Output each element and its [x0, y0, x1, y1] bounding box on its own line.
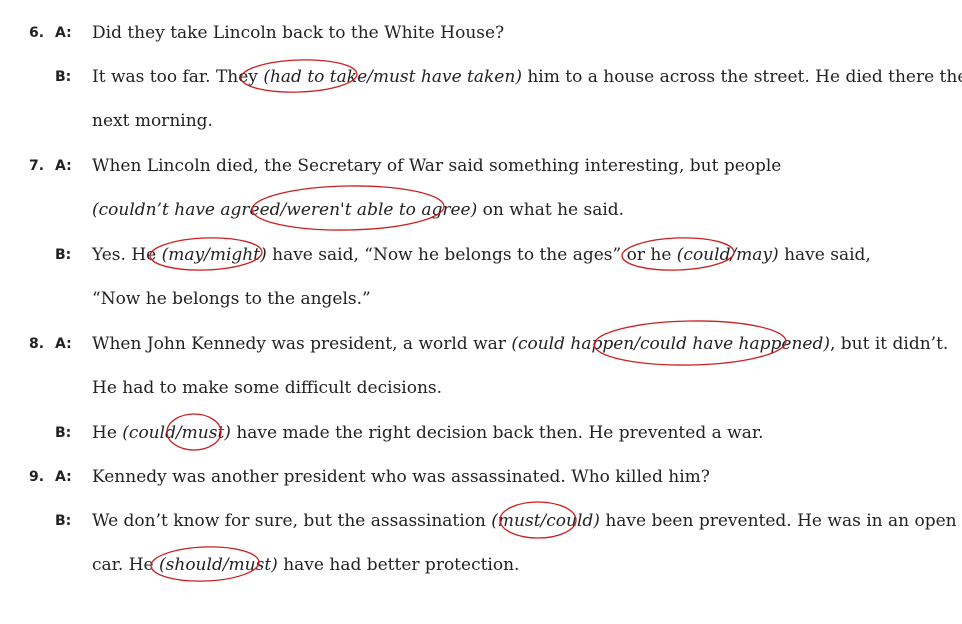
dialogue-line: (couldn’t have agreed/weren't able to ag… — [92, 199, 624, 221]
speaker-label: A: — [55, 469, 72, 485]
speaker-label: B: — [55, 69, 72, 85]
speaker-label: B: — [55, 425, 72, 441]
dialogue-line: He (could/must) have made the right deci… — [92, 422, 764, 444]
text: , but it didn’t. — [829, 334, 949, 354]
dialogue-line: We don’t know for sure, but the assassin… — [92, 510, 957, 532]
text: When Lincoln died, the Secretary of War … — [92, 156, 782, 176]
text: on what he said. — [477, 200, 625, 220]
text: have been prevented. He was in an open — [599, 511, 957, 531]
item-number: 7. — [29, 158, 45, 174]
text: car. He — [92, 555, 160, 575]
speaker-label: B: — [55, 247, 72, 263]
dialogue-line: It was too far. They (had to take/must h… — [92, 66, 962, 88]
text: have said, “Now he belongs to the ages” … — [266, 245, 677, 265]
dialogue-line: next morning. — [92, 110, 213, 132]
dialogue-line: car. He (should/must) have had better pr… — [92, 554, 519, 576]
choice[interactable]: (couldn’t have agreed/weren't able to ag… — [92, 200, 477, 220]
choice[interactable]: (must/could) — [491, 511, 600, 531]
text: When John Kennedy was president, a world… — [92, 334, 512, 354]
text: have had better protection. — [277, 555, 520, 575]
text: Yes. He — [92, 245, 162, 265]
speaker-label: B: — [55, 513, 72, 529]
text: Kennedy was another president who was as… — [92, 467, 710, 487]
choice[interactable]: (could happen/could have happened) — [511, 334, 830, 354]
text: have made the right decision back then. … — [230, 423, 764, 443]
speaker-label: A: — [55, 336, 72, 352]
speaker-label: A: — [55, 25, 72, 41]
text: He — [92, 423, 123, 443]
choice[interactable]: (had to take/must have taken) — [263, 67, 522, 87]
text: “Now he belongs to the angels.” — [92, 289, 371, 309]
text: He had to make some difficult decisions. — [92, 378, 443, 398]
text: We don’t know for sure, but the assassin… — [92, 511, 492, 531]
speaker-label: A: — [55, 158, 72, 174]
text: have said, — [778, 245, 871, 265]
item-number: 6. — [29, 25, 45, 41]
dialogue-line: Did they take Lincoln back to the White … — [92, 22, 504, 44]
dialogue-line: “Now he belongs to the angels.” — [92, 288, 371, 310]
dialogue-line: Kennedy was another president who was as… — [92, 466, 710, 488]
choice[interactable]: (should/must) — [159, 555, 278, 575]
dialogue-line: Yes. He (may/might) have said, “Now he b… — [92, 244, 871, 266]
text: him to a house across the street. He die… — [521, 67, 962, 87]
text: Did they take Lincoln back to the White … — [92, 23, 505, 43]
dialogue-line: He had to make some difficult decisions. — [92, 377, 442, 399]
choice[interactable]: (could/may) — [677, 245, 779, 265]
choice[interactable]: (could/must) — [122, 423, 231, 443]
text: It was too far. They — [92, 67, 264, 87]
item-number: 8. — [29, 336, 45, 352]
dialogue-line: When John Kennedy was president, a world… — [92, 333, 948, 355]
dialogue-line: When Lincoln died, the Secretary of War … — [92, 155, 781, 177]
circle-group — [149, 59, 787, 582]
choice[interactable]: (may/might) — [162, 245, 267, 265]
item-number: 9. — [29, 469, 45, 485]
text: next morning. — [92, 111, 213, 131]
